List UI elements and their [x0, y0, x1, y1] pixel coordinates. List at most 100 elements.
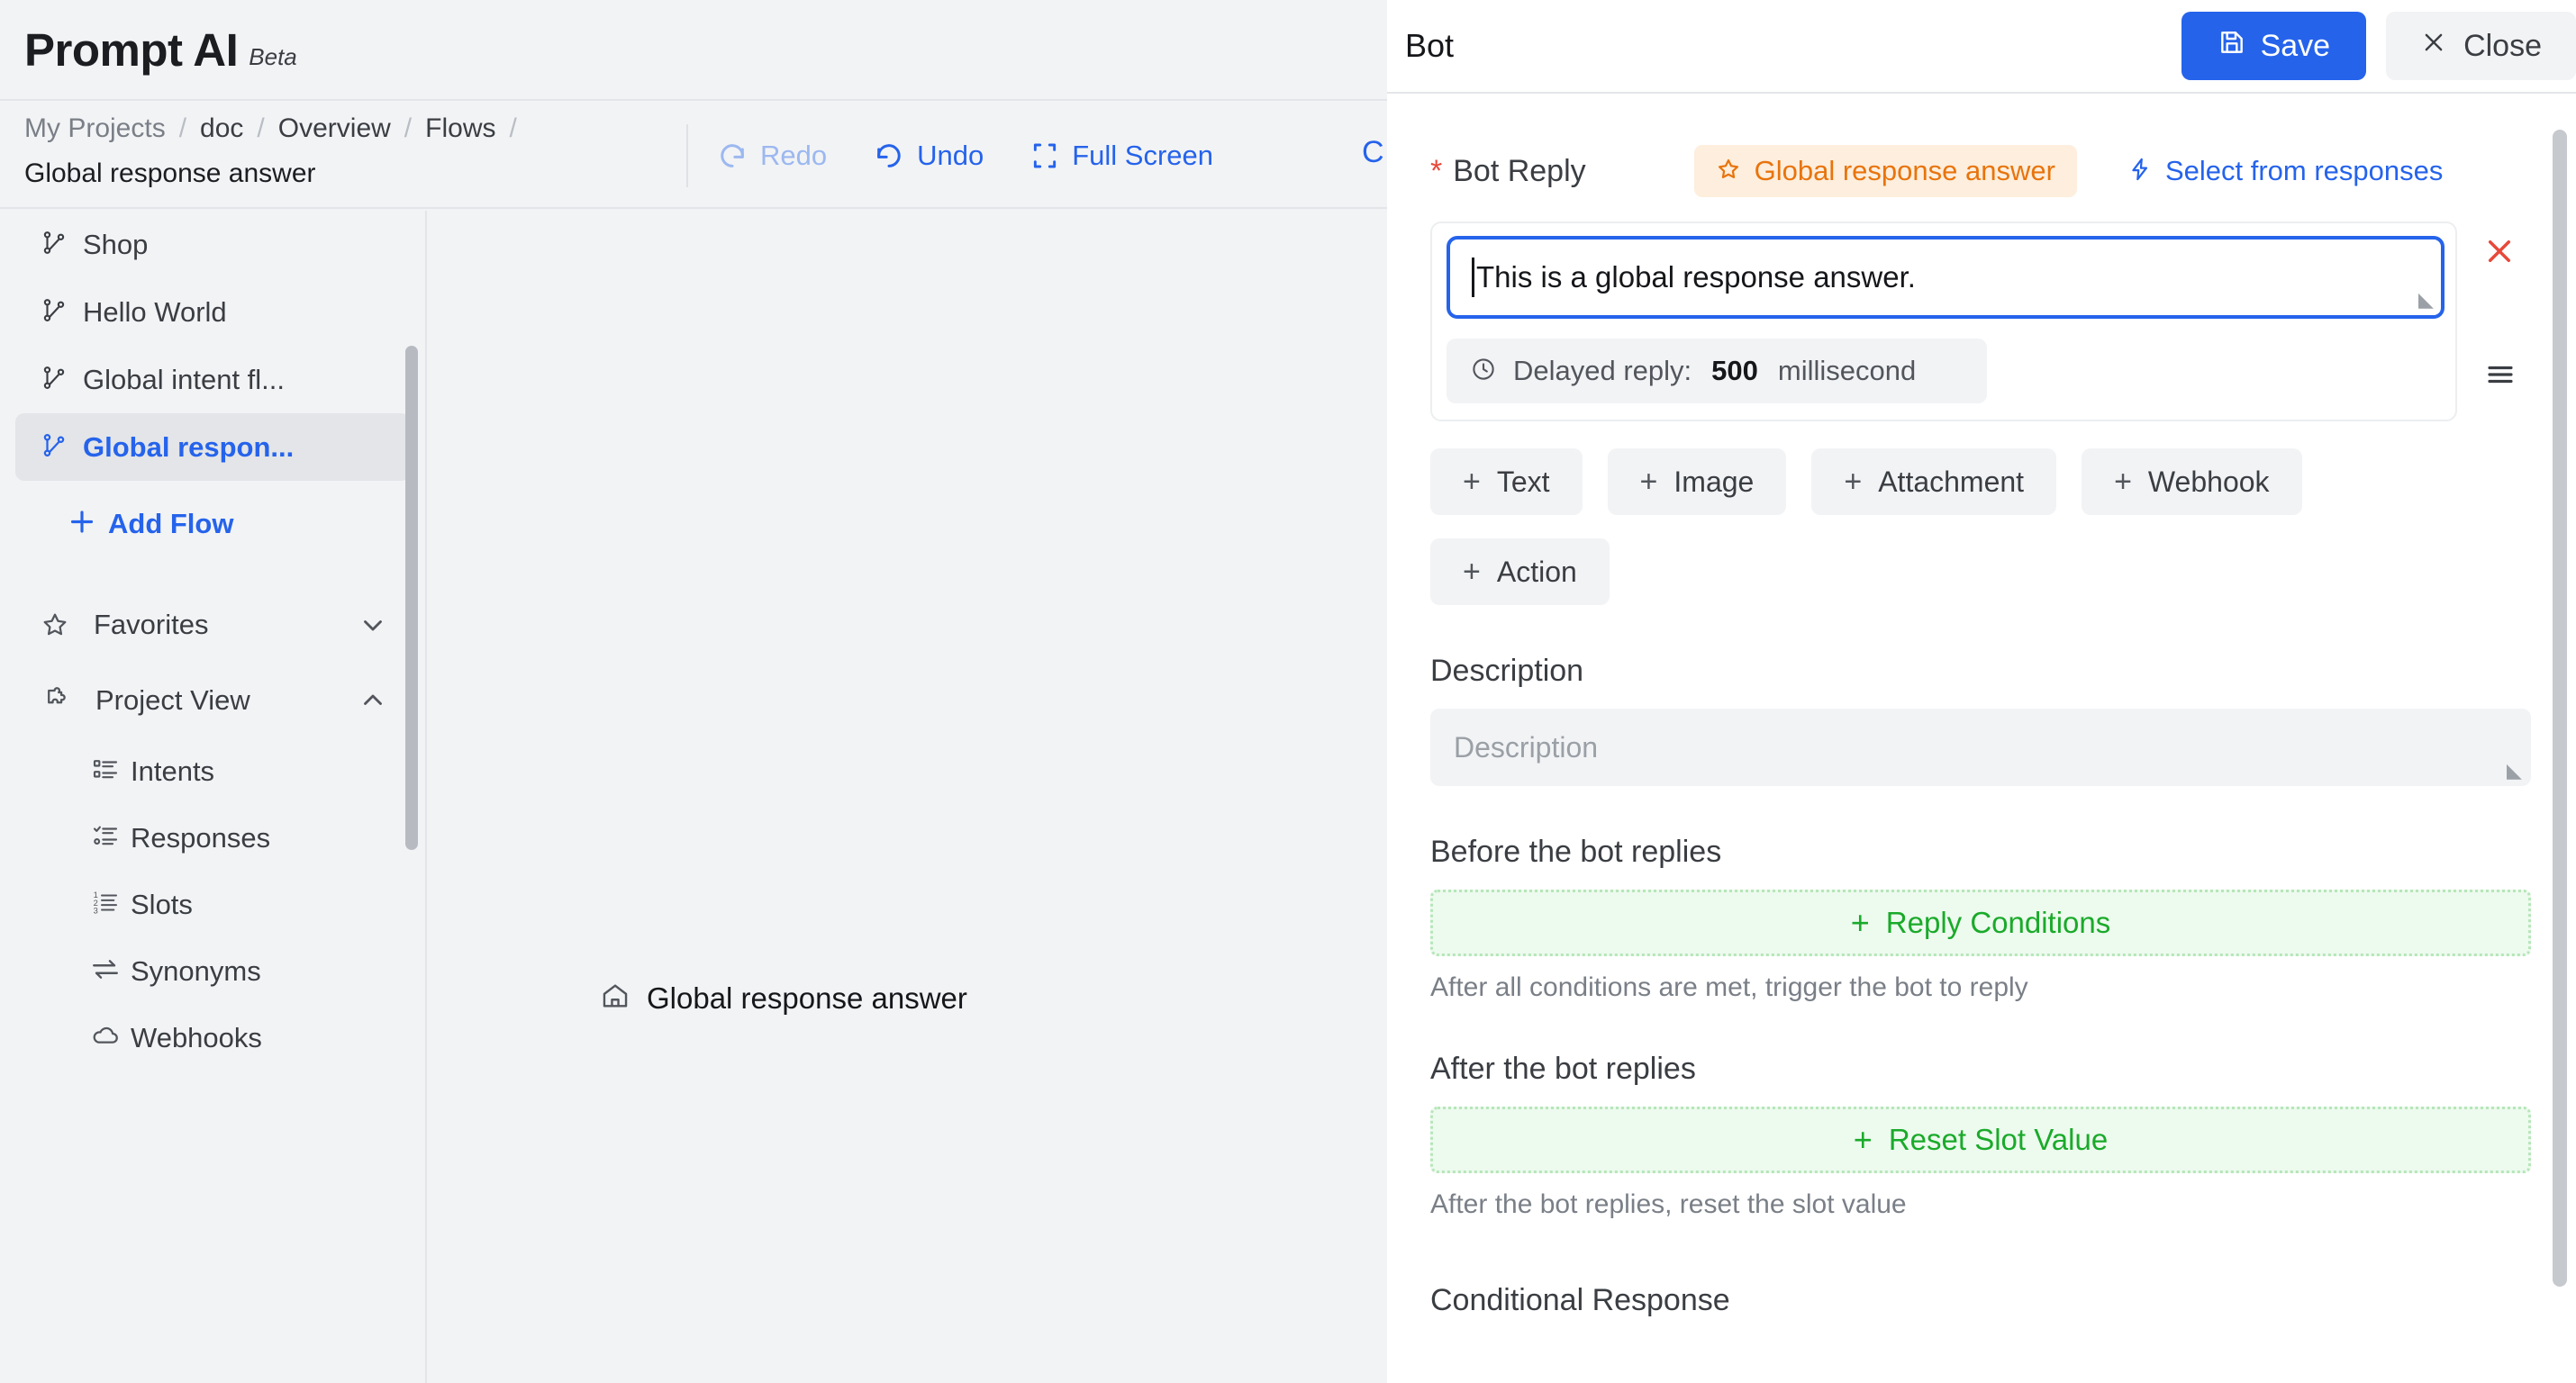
breadcrumb-separator: /: [257, 113, 265, 143]
sidebar-item-responses[interactable]: Responses: [15, 805, 410, 872]
delete-reply-button[interactable]: [2482, 234, 2517, 275]
textarea-resize-handle[interactable]: ◢: [2418, 288, 2434, 312]
redo-label: Redo: [760, 140, 828, 171]
breadcrumb: My Projects / doc / Overview / Flows /: [24, 113, 709, 144]
save-disk-icon: [2218, 28, 2246, 65]
reply-drag-handle[interactable]: [2482, 358, 2518, 395]
description-resize-handle[interactable]: ◢: [2507, 759, 2522, 782]
breadcrumb-item-my-projects[interactable]: My Projects: [24, 113, 166, 144]
branch-icon: [41, 295, 68, 329]
add-text-label: Text: [1496, 465, 1550, 498]
close-button[interactable]: Close: [2386, 12, 2576, 80]
before-reply-hint: After all conditions are met, trigger th…: [1430, 972, 2028, 1002]
sidebar-item-label: Synonyms: [131, 955, 261, 987]
flow-node-start-label: Global response answer: [647, 981, 967, 1015]
add-webhook-button[interactable]: + Webhook: [2082, 448, 2302, 515]
reset-slot-value-label: Reset Slot Value: [1888, 1123, 2109, 1156]
plus-icon: +: [1463, 464, 1481, 499]
breadcrumb-item-overview[interactable]: Overview: [278, 113, 391, 144]
fullscreen-button[interactable]: Full Screen: [1007, 140, 1237, 172]
add-image-label: Image: [1673, 465, 1755, 498]
sidebar-item-label: Responses: [131, 822, 271, 854]
sidebar-flow-hello-world[interactable]: Hello World: [15, 278, 410, 346]
responses-list-icon: [91, 822, 120, 855]
add-flow-label: Add Flow: [108, 508, 234, 539]
star-icon: [1716, 157, 1741, 186]
reply-conditions-button[interactable]: + Reply Conditions: [1430, 890, 2531, 956]
undo-label: Undo: [917, 140, 984, 171]
app-title: Prompt AI: [24, 23, 239, 76]
sidebar-item-intents[interactable]: Intents: [15, 738, 410, 805]
save-button[interactable]: Save: [2181, 12, 2367, 80]
plus-icon: +: [1853, 1121, 1873, 1158]
delayed-reply-label: Delayed reply:: [1513, 355, 1692, 386]
star-icon: [41, 610, 69, 639]
description-input[interactable]: Description ◢: [1430, 709, 2531, 786]
delayed-reply-row[interactable]: Delayed reply: 500 millisecond: [1447, 339, 1987, 403]
add-action-label: Action: [1496, 555, 1577, 588]
flow-canvas[interactable]: Global response answer Global re This is: [429, 211, 1387, 1383]
sidebar-flow-global-intent[interactable]: Global intent fl...: [15, 346, 410, 413]
select-from-responses-button[interactable]: Select from responses: [2127, 155, 2443, 187]
swap-arrows-icon: [90, 954, 121, 990]
sidebar-item-synonyms[interactable]: Synonyms: [15, 938, 410, 1005]
bot-reply-textarea[interactable]: This is a global response answer. ◢: [1447, 236, 2444, 319]
chevron-down-icon: [358, 610, 388, 640]
sidebar-item-label: Slots: [131, 889, 193, 920]
plus-icon: +: [1639, 464, 1658, 499]
undo-button[interactable]: Undo: [850, 140, 1007, 172]
sidebar-item-webhooks[interactable]: Webhooks: [15, 1005, 410, 1071]
clipped-toolbar-button[interactable]: C: [1362, 135, 1387, 170]
after-reply-title: After the bot replies: [1430, 1052, 1696, 1086]
panel-scrollbar[interactable]: [2553, 130, 2567, 1287]
panel-header: Bot Save Close: [1387, 0, 2576, 94]
cloud-icon: [90, 1021, 121, 1056]
delayed-reply-value[interactable]: 500: [1711, 355, 1758, 387]
plus-icon: [66, 506, 98, 543]
required-asterisk: *: [1430, 154, 1443, 188]
add-image-button[interactable]: + Image: [1607, 448, 1787, 515]
panel-title: Bot: [1405, 27, 1455, 64]
sidebar-section-favorites[interactable]: Favorites: [15, 587, 410, 663]
add-attachment-button[interactable]: + Attachment: [1811, 448, 2057, 515]
breadcrumb-item-flows[interactable]: Flows: [425, 113, 495, 144]
breadcrumb-item-doc[interactable]: doc: [200, 113, 243, 144]
redo-button[interactable]: Redo: [694, 140, 850, 172]
add-attachment-label: Attachment: [1878, 465, 2025, 498]
add-flow-button[interactable]: Add Flow: [15, 490, 410, 558]
flow-node-start[interactable]: Global response answer: [600, 981, 967, 1016]
add-webhook-label: Webhook: [2147, 465, 2270, 498]
sidebar-section-project-view[interactable]: Project View: [15, 663, 410, 738]
description-placeholder: Description: [1454, 730, 1599, 764]
after-reply-hint: After the bot replies, reset the slot va…: [1430, 1189, 1907, 1219]
branch-icon: [41, 228, 68, 261]
add-action-button[interactable]: + Action: [1430, 538, 1610, 605]
bot-detail-panel: Bot Save Close * Bot Reply Global respon…: [1387, 0, 2576, 1383]
toolbar-divider: [686, 124, 688, 187]
undo-icon: [874, 140, 904, 171]
reset-slot-value-button[interactable]: + Reset Slot Value: [1430, 1107, 2531, 1173]
sidebar-section-label: Favorites: [94, 609, 209, 640]
bot-reply-header: * Bot Reply Global response answer Selec…: [1430, 144, 2576, 198]
redo-icon: [717, 140, 748, 171]
plus-icon: +: [1850, 904, 1870, 941]
sidebar-item-label: Intents: [131, 755, 215, 787]
sidebar-flow-global-response[interactable]: Global respon...: [15, 413, 410, 481]
close-label: Close: [2463, 28, 2542, 63]
bot-reply-label: Bot Reply: [1453, 153, 1586, 188]
global-response-answer-badge[interactable]: Global response answer: [1693, 145, 2077, 197]
clock-icon: [1470, 356, 1497, 387]
main-app-region: Prompt AI Beta My Projects / doc / Overv…: [0, 0, 1387, 1383]
panel-actions: Save Close: [2181, 12, 2576, 80]
sidebar-scrollbar[interactable]: [405, 346, 418, 850]
bot-reply-text-value: This is a global response answer.: [1476, 260, 1916, 294]
plus-icon: +: [2114, 464, 2132, 499]
sidebar-flow-shop[interactable]: Shop: [15, 211, 410, 278]
numbered-list-icon: 1 2 3: [91, 889, 120, 922]
branch-icon: [41, 363, 68, 396]
lightning-icon: [2127, 157, 2153, 186]
beta-tag: Beta: [249, 42, 297, 70]
sidebar-item-slots[interactable]: 1 2 3 Slots: [15, 872, 410, 938]
add-text-button[interactable]: + Text: [1430, 448, 1583, 515]
sidebar-section-label: Project View: [95, 684, 250, 716]
